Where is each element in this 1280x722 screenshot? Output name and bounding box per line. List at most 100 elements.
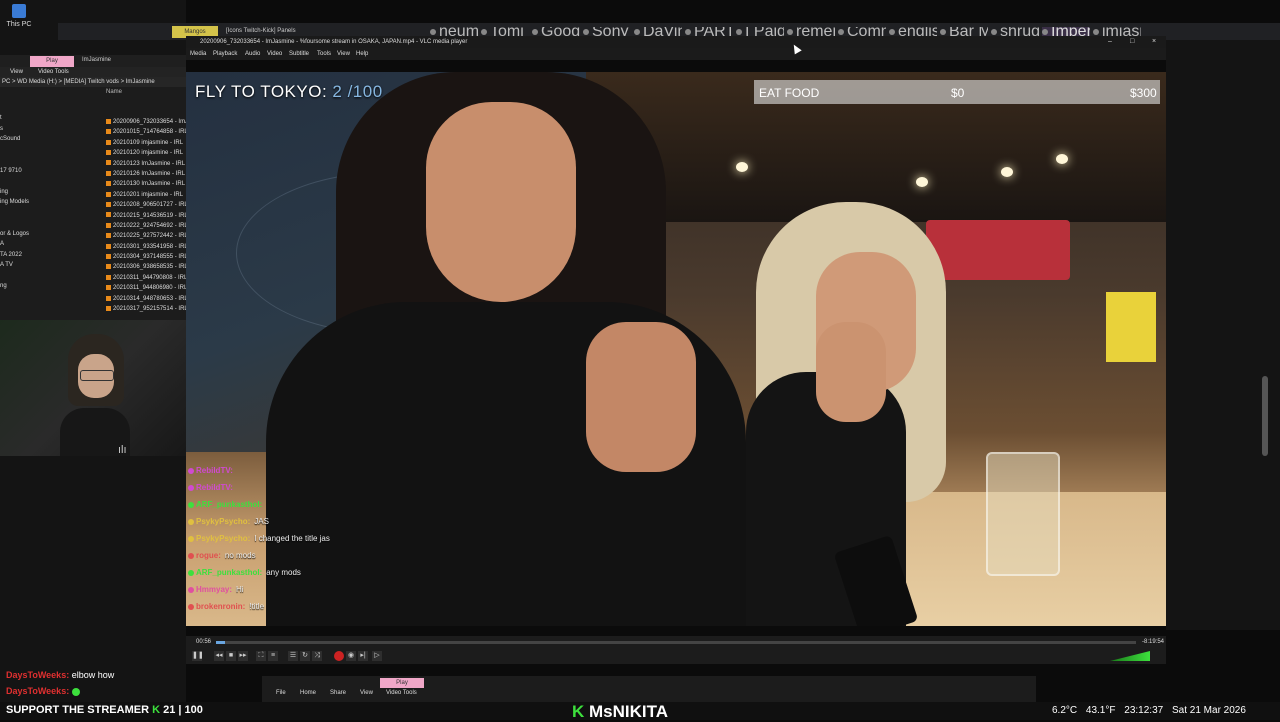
vlc-window-title: 20200906_732033654 - ImJasmine - %fourso…: [200, 39, 468, 45]
file-item[interactable]: 20210311_944806980 - IRL: [106, 283, 186, 293]
nav-item[interactable]: ng: [0, 281, 96, 292]
pause-icon[interactable]: ❚❚: [192, 651, 204, 661]
nav-item[interactable]: [0, 271, 96, 282]
file-item[interactable]: 20210317_952157514 - IRL: [106, 304, 186, 314]
chat-message: rogue: no mods: [188, 551, 256, 565]
chat-username: rogue:: [196, 551, 221, 560]
file-item[interactable]: 20210311_944790808 - IRL: [106, 273, 186, 283]
file-item[interactable]: 20210120 imjasmine - IRL: [106, 148, 186, 158]
record-icon[interactable]: [334, 651, 344, 661]
menu-audio[interactable]: Audio: [245, 48, 260, 60]
nav-item[interactable]: t: [0, 113, 96, 124]
file-item[interactable]: 20201015_714764858 - IRL: [106, 127, 186, 137]
stop-icon[interactable]: ■: [226, 651, 236, 661]
nav-item[interactable]: A TV: [0, 260, 96, 271]
file-item[interactable]: 20210304_937148555 - IRL: [106, 252, 186, 262]
playlist-icon[interactable]: ☰: [288, 651, 298, 661]
chat-username: RebildTV:: [196, 466, 233, 475]
fullscreen-icon[interactable]: ⛶: [256, 651, 266, 661]
yellow-poster: [1106, 292, 1156, 362]
kick-logo-icon: K: [572, 702, 585, 721]
menu-video[interactable]: Video: [267, 48, 282, 60]
chat-text: no mods: [224, 551, 256, 560]
chat-message: PsykyPsycho: JAS: [188, 517, 269, 531]
file-item[interactable]: 20210109 imjasmine - IRL: [106, 138, 186, 148]
nav-item[interactable]: [0, 218, 96, 229]
small-video-tools-tab[interactable]: Video Tools: [386, 690, 417, 696]
system-clock[interactable]: 6.2°C 43.1°F 23:12:37 Sat 21 Mar 2026: [1052, 705, 1252, 716]
nav-item[interactable]: [0, 208, 96, 219]
nav-item[interactable]: s: [0, 124, 96, 135]
file-item[interactable]: 20200906_732033654 - ImJ: [106, 117, 186, 127]
computer-icon: [12, 4, 26, 18]
video-tools-menu[interactable]: Video Tools: [38, 69, 69, 75]
vlc-title-bar: 20200906_732033654 - ImJasmine - %fourso…: [186, 36, 1166, 48]
file-item[interactable]: 20210123 ImJasmine - IRL: [106, 159, 186, 169]
menu-media[interactable]: Media: [190, 48, 206, 60]
file-item[interactable]: 20210225_927572442 - IRL: [106, 231, 186, 241]
minimize-icon[interactable]: –: [1108, 36, 1112, 48]
taskbar-explorer-preview: Play File Home Share View Video Tools: [262, 676, 1036, 702]
menu-tools[interactable]: Tools: [317, 48, 331, 60]
chat-username: PsykyPsycho:: [196, 534, 251, 543]
nav-item[interactable]: [0, 176, 96, 187]
nav-item[interactable]: [0, 155, 96, 166]
loop-icon[interactable]: ↻: [300, 651, 310, 661]
chat-text: !title: [249, 602, 265, 611]
nav-item[interactable]: ing Models: [0, 197, 96, 208]
small-play-tab[interactable]: Play: [380, 678, 424, 688]
bottom-bar: SUPPORT THE STREAMER K 21 | 100 K MsNIKI…: [0, 702, 1280, 721]
chat-overlay: RebildTV: RebildTV: ARF_punkasthol: PsykyPs…: [188, 466, 398, 620]
scrollbar[interactable]: [1262, 376, 1268, 456]
clasped-hands: [586, 322, 696, 472]
menu-help[interactable]: Help: [356, 48, 368, 60]
nav-item[interactable]: 17 9710: [0, 166, 96, 177]
file-item[interactable]: 20210126 ImJasmine - IRL: [106, 169, 186, 179]
small-view-tab[interactable]: View: [360, 690, 373, 696]
nav-item[interactable]: A: [0, 239, 96, 250]
file-item[interactable]: 20210306_938658535 - IRL: [106, 262, 186, 272]
extended-settings-icon[interactable]: ≡: [268, 651, 278, 661]
chat-message: ARF_punkasthol:: [188, 500, 266, 514]
snapshot-icon[interactable]: ◉: [346, 651, 356, 661]
seek-bar[interactable]: [216, 641, 1136, 644]
menu-subtitle[interactable]: Subtitle: [289, 48, 309, 60]
nav-item[interactable]: [0, 145, 96, 156]
address-bar[interactable]: PC > WD Media (H:) > [MEDIA] Twitch vods…: [0, 77, 186, 87]
frame-step-icon[interactable]: ▸|: [358, 651, 368, 661]
nav-item[interactable]: or & Logos: [0, 229, 96, 240]
kick-channel-name: K MsNIKITA: [572, 702, 669, 721]
shuffle-icon[interactable]: ⤨: [312, 651, 322, 661]
menu-view[interactable]: View: [337, 48, 350, 60]
file-item[interactable]: 20210222_924754692 - IRL: [106, 221, 186, 231]
volume-slider[interactable]: [1110, 651, 1150, 661]
nav-item[interactable]: cSound: [0, 134, 96, 145]
chat-badge-icon: [188, 569, 194, 576]
file-item[interactable]: 20210215_914536519 - IRL: [106, 211, 186, 221]
file-item[interactable]: 20210130 ImJasmine - IRL: [106, 179, 186, 189]
browser-right-panel: [1166, 40, 1280, 630]
file-item[interactable]: 20210314_948780653 - IRL: [106, 294, 186, 304]
menu-playback[interactable]: Playback: [213, 48, 237, 60]
name-column-header[interactable]: Name: [0, 87, 186, 97]
this-pc-desktop-icon[interactable]: This PC: [6, 4, 32, 44]
small-share-tab[interactable]: Share: [330, 690, 346, 696]
ab-loop-icon[interactable]: ▷: [372, 651, 382, 661]
file-item[interactable]: 20210201 imjasmine - IRL: [106, 190, 186, 200]
chat-text: any mods: [266, 568, 301, 577]
next-icon[interactable]: ▸▸: [238, 651, 248, 661]
play-tab[interactable]: Play: [30, 56, 74, 67]
maximize-icon[interactable]: □: [1130, 36, 1134, 48]
nav-item[interactable]: ing: [0, 187, 96, 198]
tokyo-goal: FLY TO TOKYO: 2 /100: [195, 82, 383, 101]
nav-item[interactable]: TA 2022: [0, 250, 96, 261]
close-icon[interactable]: ×: [1152, 36, 1156, 48]
file-item[interactable]: 20210301_933541958 - IRL: [106, 242, 186, 252]
file-item[interactable]: 20210208_906501727 - IRL: [106, 200, 186, 210]
panels-tab[interactable]: [Icons Twitch-Kick] Panels: [226, 28, 296, 34]
chat-message: PsykyPsycho: I changed the title jas: [188, 534, 330, 548]
small-home-tab[interactable]: Home: [300, 690, 316, 696]
food-goal-bar: EAT FOOD $0 $300: [754, 80, 1160, 104]
view-menu[interactable]: View: [10, 69, 23, 75]
prev-icon[interactable]: ◂◂: [214, 651, 224, 661]
